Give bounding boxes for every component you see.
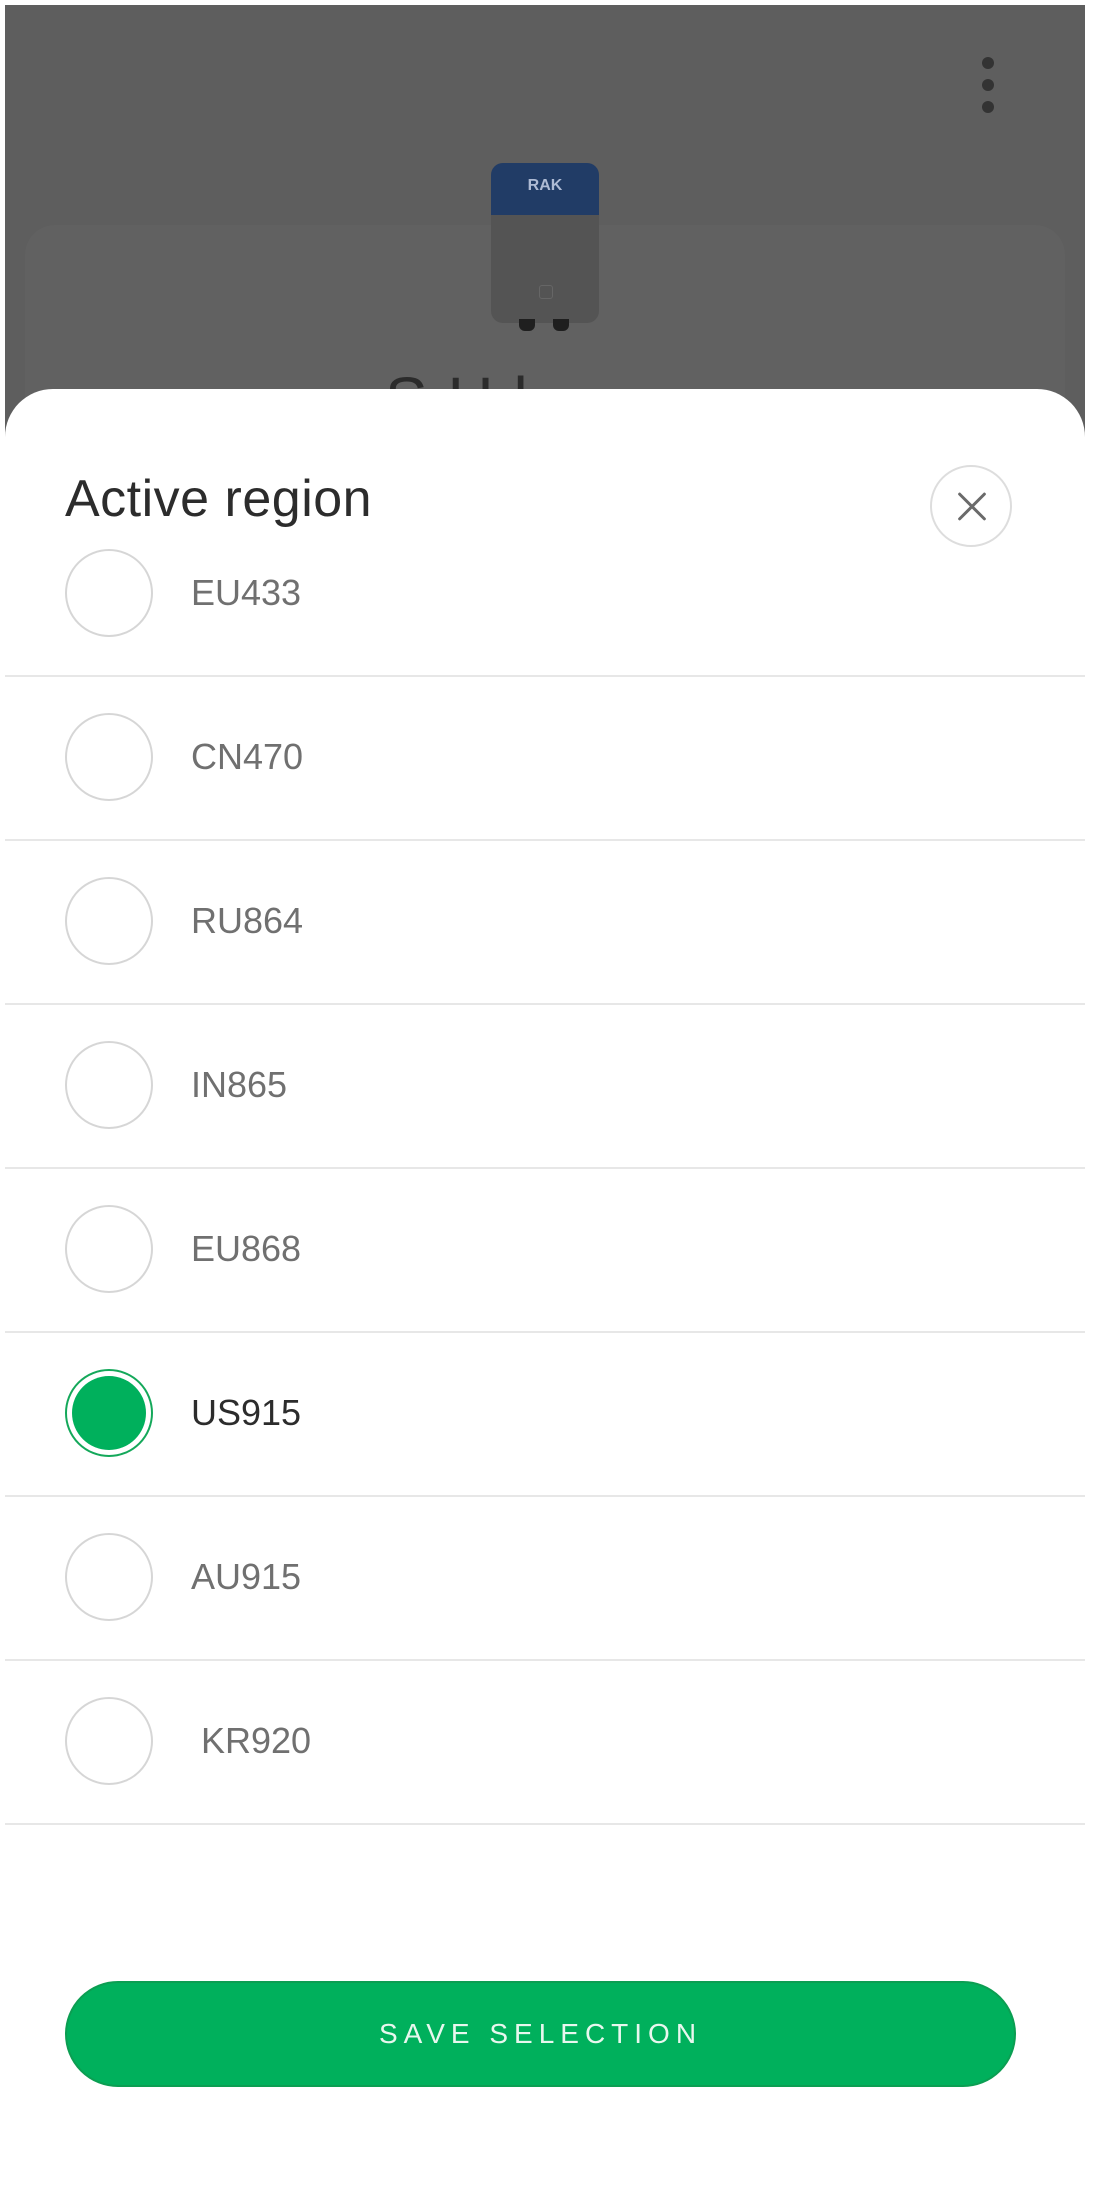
region-option-au915[interactable]: AU915 bbox=[5, 1497, 1085, 1661]
radio-button[interactable] bbox=[65, 1205, 153, 1293]
radio-button[interactable] bbox=[65, 713, 153, 801]
radio-button[interactable] bbox=[65, 1697, 153, 1785]
region-option-eu868[interactable]: EU868 bbox=[5, 1169, 1085, 1333]
hotspot-device-image: RAK bbox=[491, 163, 599, 331]
region-label: IN865 bbox=[191, 1064, 288, 1105]
region-option-us915[interactable]: US915 bbox=[5, 1333, 1085, 1497]
active-region-sheet: Active region EU433 CN470 RU864 IN865 EU… bbox=[5, 389, 1085, 2181]
region-option-ru864[interactable]: RU864 bbox=[5, 841, 1085, 1005]
region-label: CN470 bbox=[191, 736, 304, 777]
region-option-in865[interactable]: IN865 bbox=[5, 1005, 1085, 1169]
sheet-title: Active region bbox=[65, 470, 373, 528]
region-option-kr920[interactable]: KR920 bbox=[5, 1661, 1085, 1825]
radio-button[interactable] bbox=[65, 1041, 153, 1129]
radio-button[interactable] bbox=[65, 1533, 153, 1621]
region-label: AU915 bbox=[191, 1556, 302, 1597]
region-label: EU868 bbox=[191, 1228, 302, 1269]
region-label: KR920 bbox=[201, 1720, 312, 1761]
radio-button-selected[interactable] bbox=[65, 1369, 153, 1457]
close-icon[interactable] bbox=[930, 465, 1012, 547]
region-option-cn470[interactable]: CN470 bbox=[5, 677, 1085, 841]
more-options-icon[interactable] bbox=[981, 57, 995, 113]
region-label: US915 bbox=[191, 1392, 302, 1433]
region-list: EU433 CN470 RU864 IN865 EU868 US915 AU91… bbox=[5, 549, 1085, 1825]
device-led bbox=[539, 285, 553, 299]
save-selection-button[interactable]: SAVE SELECTION bbox=[65, 1981, 1016, 2087]
app-screen: RAK S H l Active region EU433 CN470 RU86… bbox=[5, 5, 1085, 2181]
region-label: EU433 bbox=[191, 572, 302, 613]
region-option-eu433[interactable]: EU433 bbox=[5, 549, 1085, 677]
region-label: RU864 bbox=[191, 900, 304, 941]
radio-button[interactable] bbox=[65, 877, 153, 965]
radio-button[interactable] bbox=[65, 549, 153, 637]
device-brand-label: RAK bbox=[491, 163, 599, 215]
